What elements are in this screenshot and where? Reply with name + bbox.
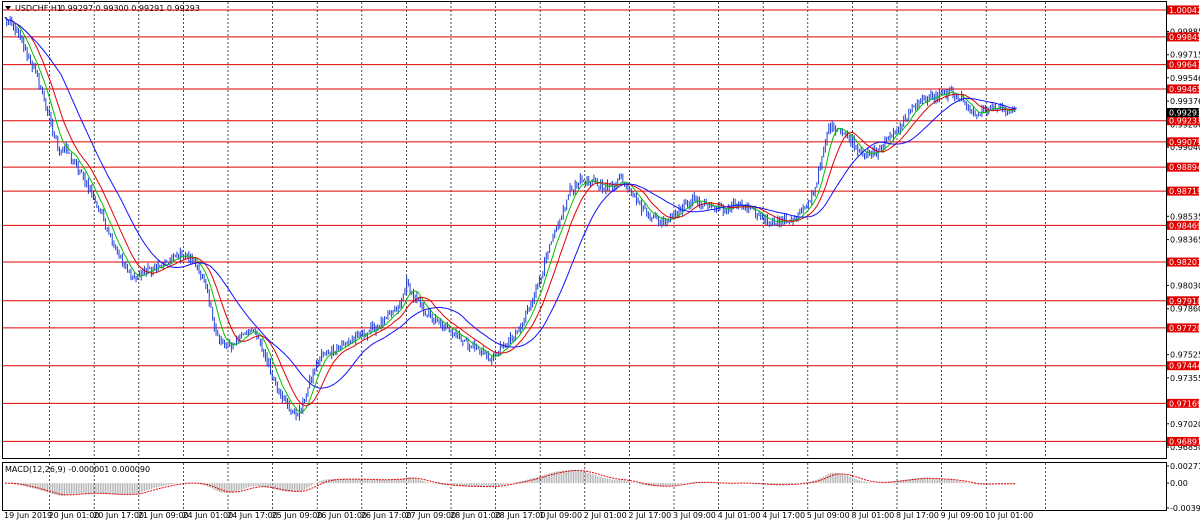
time-tick-label: 10 Jul 01:00 [985, 511, 1033, 520]
time-tick-label: 27 Jun 09:00 [405, 511, 456, 520]
price-tick-label: 0.97860 [1170, 305, 1200, 314]
time-tick-label: 8 Jul 17:00 [896, 511, 939, 520]
level-price-label: 0.97918 [1169, 297, 1200, 306]
ohlc-values: 0.99297 0.99300 0.99291 0.99293 [60, 4, 200, 13]
time-tick-label: 26 Jun 17:00 [361, 511, 412, 520]
level-price-label: 0.99465 [1169, 85, 1200, 94]
price-tick-label: 0.97525 [1170, 351, 1200, 360]
price-chart[interactable]: USDCHF,H1 0.99297 0.99300 0.99291 0.9929… [0, 0, 1200, 523]
time-tick-label: 28 Jun 17:00 [495, 511, 546, 520]
time-tick-label: 25 Jun 09:00 [272, 511, 323, 520]
level-price-label: 0.99845 [1169, 33, 1200, 42]
level-price-label: 0.97720 [1169, 324, 1200, 333]
price-tick-label: 0.98365 [1170, 236, 1200, 245]
level-price-label: 0.98201 [1169, 258, 1200, 267]
time-tick-label: 19 Jun 2019 [4, 511, 52, 520]
mid-moving-average-line [4, 16, 1017, 407]
macd-window: 0.002712 0.00 -0.003939 [4, 462, 1200, 513]
triangle-down-icon[interactable] [5, 6, 11, 10]
time-tick-label: 28 Jun 01:00 [450, 511, 501, 520]
level-price-label: 0.98894 [1169, 163, 1200, 172]
price-tick-label: 0.99715 [1170, 51, 1200, 60]
macd-tick-label: 0.00 [1170, 479, 1188, 488]
price-tick-label: 0.98535 [1170, 212, 1200, 221]
macd-tick-label: -0.003939 [1170, 504, 1200, 513]
fast-moving-average-line [4, 16, 1017, 413]
price-tick-label: 0.99376 [1170, 97, 1200, 106]
level-price-label: 0.99079 [1169, 138, 1200, 147]
moving-averages [4, 16, 1017, 413]
price-tick-label: 0.97355 [1170, 374, 1200, 383]
level-price-label: 1.00042 [1169, 6, 1200, 15]
time-tick-label: 4 Jul 01:00 [718, 511, 761, 520]
level-price-label: 0.97444 [1169, 362, 1200, 371]
time-tick-label: 21 Jun 09:00 [138, 511, 189, 520]
price-tick-label: 0.98030 [1170, 281, 1200, 290]
current-price-label: 0.99293 [1169, 109, 1200, 118]
level-price-label: 0.99643 [1169, 61, 1200, 70]
price-tick-label: 0.99546 [1170, 74, 1200, 83]
macd-tick-label: 0.002712 [1170, 462, 1200, 471]
time-tick-label: 24 Jun 01:00 [182, 511, 233, 520]
price-tick-label: 0.97020 [1170, 420, 1200, 429]
level-price-label: 0.98719 [1169, 187, 1200, 196]
chart-header: USDCHF,H1 0.99297 0.99300 0.99291 0.9929… [5, 4, 200, 13]
time-tick-label: 26 Jun 01:00 [316, 511, 367, 520]
level-price-label: 0.96891 [1169, 437, 1200, 446]
time-tick-label: 5 Jul 09:00 [807, 511, 850, 520]
time-tick-label: 1 Jul 09:00 [539, 511, 582, 520]
time-tick-label: 2 Jul 17:00 [628, 511, 671, 520]
time-tick-label: 9 Jul 09:00 [941, 511, 984, 520]
time-tick-label: 8 Jul 01:00 [851, 511, 894, 520]
time-tick-label: 20 Jun 01:00 [49, 511, 100, 520]
level-price-label: 0.97169 [1169, 399, 1200, 408]
time-tick-label: 24 Jun 17:00 [227, 511, 278, 520]
candlesticks [6, 16, 1017, 421]
macd-label: MACD(12,26,9) -0.000001 0.000090 [5, 465, 150, 474]
symbol-label: USDCHF,H1 [15, 4, 62, 13]
time-tick-label: 2 Jul 01:00 [584, 511, 627, 520]
time-tick-label: 20 Jun 17:00 [93, 511, 144, 520]
level-price-label: 0.99233 [1169, 117, 1200, 126]
level-price-label: 0.98469 [1169, 221, 1200, 230]
time-tick-label: 3 Jul 09:00 [673, 511, 716, 520]
time-tick-label: 4 Jul 17:00 [762, 511, 805, 520]
time-axis: 19 Jun 201920 Jun 01:0020 Jun 17:0021 Ju… [4, 511, 1033, 520]
